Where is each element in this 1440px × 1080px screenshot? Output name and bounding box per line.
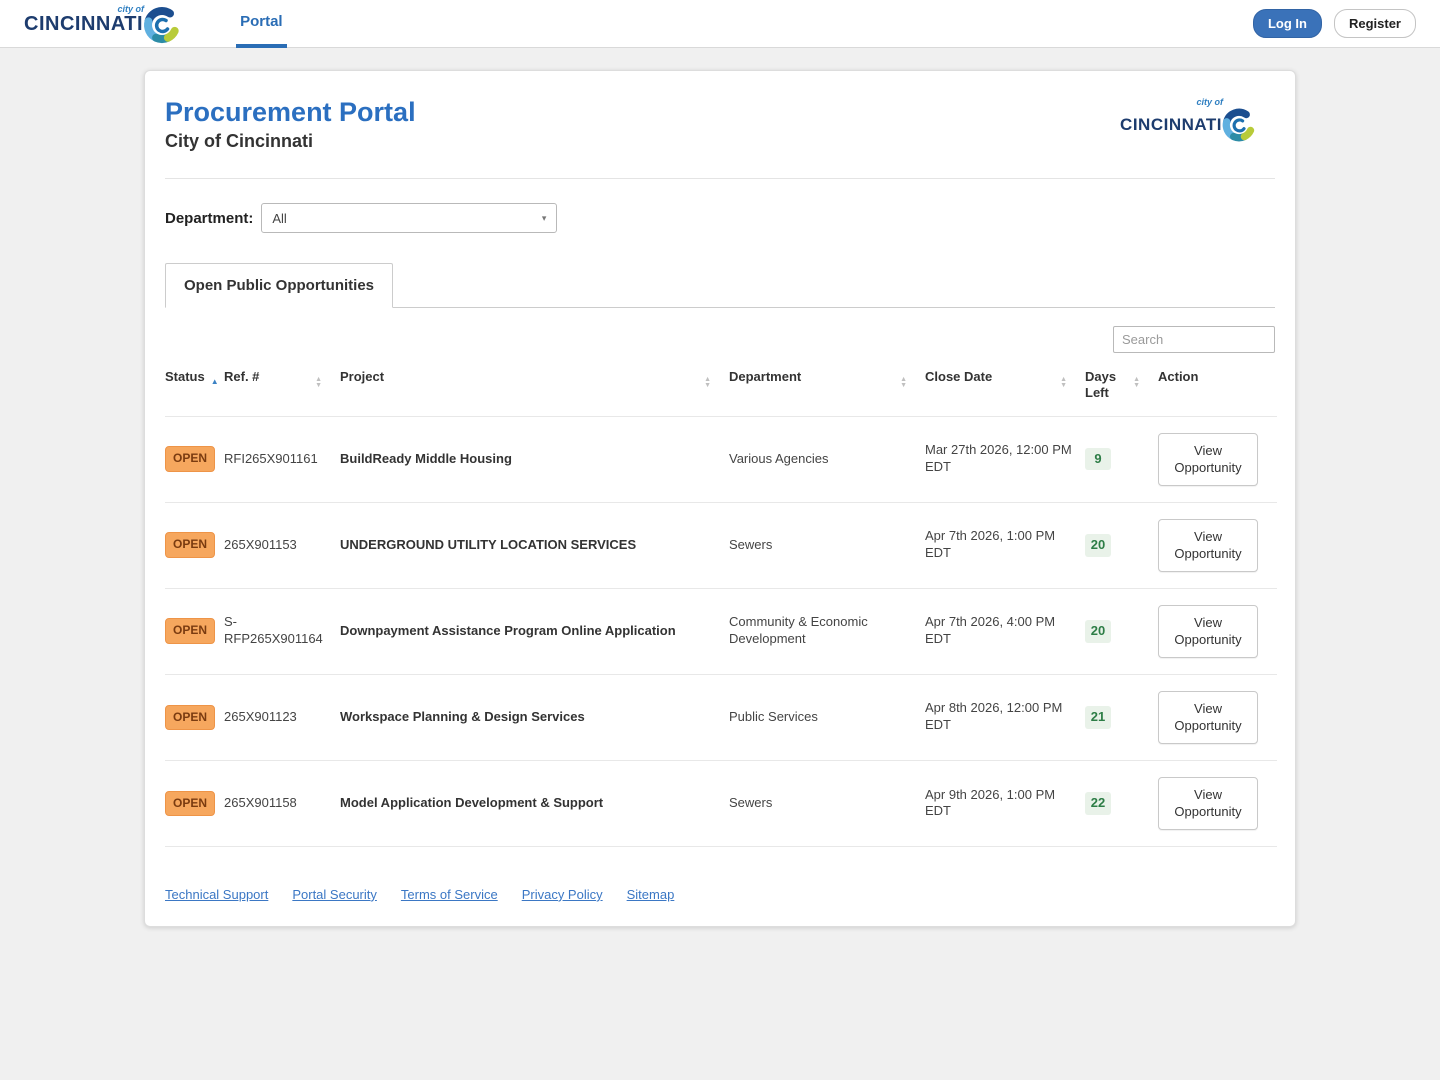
- brand-name: CINCINNATI: [1120, 116, 1222, 133]
- ref-cell: 265X901158: [224, 760, 340, 846]
- ref-cell: RFI265X901161: [224, 416, 340, 502]
- status-badge: OPEN: [165, 705, 215, 731]
- column-header-close-date[interactable]: Close Date ▲▼: [925, 359, 1085, 416]
- status-badge: OPEN: [165, 791, 215, 817]
- column-header-days-left[interactable]: Days Left ▲▼: [1085, 359, 1158, 416]
- project-cell: Model Application Development & Support: [340, 760, 729, 846]
- column-header-action: Action: [1158, 359, 1277, 416]
- project-cell: Downpayment Assistance Program Online Ap…: [340, 588, 729, 674]
- days-left-badge: 20: [1085, 620, 1111, 643]
- table-header-row: Status ▲ Ref. # ▲▼ Project ▲▼ Department…: [165, 359, 1277, 416]
- footer-link-portal-security[interactable]: Portal Security: [292, 887, 377, 902]
- cincinnati-logo-card: CINCINNATI city of: [1120, 103, 1259, 145]
- close-date-cell: Apr 7th 2026, 4:00 PM EDT: [925, 588, 1085, 674]
- sort-icon: ▲▼: [900, 377, 915, 389]
- column-header-status[interactable]: Status ▲: [165, 359, 224, 416]
- register-button[interactable]: Register: [1334, 9, 1416, 38]
- footer-links: Technical Support Portal Security Terms …: [165, 887, 1275, 902]
- department-cell: Community & Economic Development: [729, 588, 925, 674]
- login-button[interactable]: Log In: [1253, 9, 1322, 38]
- view-opportunity-button[interactable]: View Opportunity: [1158, 691, 1258, 744]
- days-left-badge: 20: [1085, 534, 1111, 557]
- days-left-badge: 21: [1085, 706, 1111, 729]
- department-label: Department:: [165, 210, 253, 227]
- department-select-value: All: [272, 211, 286, 226]
- brand-cityof: city of: [1196, 97, 1223, 107]
- project-cell: BuildReady Middle Housing: [340, 416, 729, 502]
- ref-cell: 265X901153: [224, 502, 340, 588]
- view-opportunity-button[interactable]: View Opportunity: [1158, 433, 1258, 486]
- status-badge: OPEN: [165, 618, 215, 644]
- ref-cell: 265X901123: [224, 674, 340, 760]
- status-badge: OPEN: [165, 532, 215, 558]
- nav-tab-portal[interactable]: Portal: [236, 0, 287, 48]
- search-row: [165, 326, 1275, 353]
- column-header-ref[interactable]: Ref. # ▲▼: [224, 359, 340, 416]
- days-left-badge: 22: [1085, 792, 1111, 815]
- page-subtitle: City of Cincinnati: [165, 131, 416, 152]
- footer-link-terms-of-service[interactable]: Terms of Service: [401, 887, 498, 902]
- ref-cell: S-RFP265X901164: [224, 588, 340, 674]
- search-input[interactable]: [1113, 326, 1275, 353]
- nav-actions: Log In Register: [1253, 9, 1416, 38]
- column-header-project[interactable]: Project ▲▼: [340, 359, 729, 416]
- table-body: OPEN RFI265X901161 BuildReady Middle Hou…: [165, 416, 1277, 846]
- view-opportunity-button[interactable]: View Opportunity: [1158, 519, 1258, 572]
- department-filter: Department: All ▾: [165, 203, 1275, 233]
- cincinnati-logo: CINCINNATI city of: [24, 0, 184, 47]
- chevron-down-icon: ▾: [542, 213, 547, 224]
- footer-link-technical-support[interactable]: Technical Support: [165, 887, 268, 902]
- table-row: OPEN RFI265X901161 BuildReady Middle Hou…: [165, 416, 1277, 502]
- footer-link-sitemap[interactable]: Sitemap: [627, 887, 675, 902]
- table-row: OPEN S-RFP265X901164 Downpayment Assista…: [165, 588, 1277, 674]
- sort-icon: ▲▼: [1133, 377, 1148, 402]
- header-divider: [165, 178, 1275, 179]
- department-select[interactable]: All ▾: [261, 203, 557, 233]
- column-header-department[interactable]: Department ▲▼: [729, 359, 925, 416]
- top-navbar: CINCINNATI city of Portal Log In Registe…: [0, 0, 1440, 48]
- card-header: Procurement Portal City of Cincinnati CI…: [165, 97, 1275, 152]
- department-cell: Various Agencies: [729, 416, 925, 502]
- sort-icon: ▲▼: [704, 377, 719, 389]
- view-opportunity-button[interactable]: View Opportunity: [1158, 605, 1258, 658]
- tab-bar: Open Public Opportunities: [165, 263, 1275, 308]
- brand-name: CINCINNATI: [24, 14, 143, 34]
- cincinnati-c-icon: [140, 3, 184, 47]
- table-row: OPEN 265X901153 UNDERGROUND UTILITY LOCA…: [165, 502, 1277, 588]
- sort-ascending-icon: ▲: [211, 377, 219, 386]
- procurement-portal-card: Procurement Portal City of Cincinnati CI…: [144, 70, 1296, 927]
- footer-link-privacy-policy[interactable]: Privacy Policy: [522, 887, 603, 902]
- department-cell: Public Services: [729, 674, 925, 760]
- brand-cityof: city of: [118, 4, 145, 14]
- close-date-cell: Mar 27th 2026, 12:00 PM EDT: [925, 416, 1085, 502]
- department-cell: Sewers: [729, 760, 925, 846]
- days-left-badge: 9: [1085, 448, 1111, 471]
- project-cell: Workspace Planning & Design Services: [340, 674, 729, 760]
- cincinnati-c-icon: [1219, 105, 1259, 145]
- sort-icon: ▲▼: [315, 377, 330, 389]
- project-cell: UNDERGROUND UTILITY LOCATION SERVICES: [340, 502, 729, 588]
- close-date-cell: Apr 8th 2026, 12:00 PM EDT: [925, 674, 1085, 760]
- close-date-cell: Apr 9th 2026, 1:00 PM EDT: [925, 760, 1085, 846]
- view-opportunity-button[interactable]: View Opportunity: [1158, 777, 1258, 830]
- department-cell: Sewers: [729, 502, 925, 588]
- table-row: OPEN 265X901158 Model Application Develo…: [165, 760, 1277, 846]
- status-badge: OPEN: [165, 446, 215, 472]
- tab-open-public-opportunities[interactable]: Open Public Opportunities: [165, 263, 393, 308]
- page-title: Procurement Portal: [165, 97, 416, 128]
- close-date-cell: Apr 7th 2026, 1:00 PM EDT: [925, 502, 1085, 588]
- opportunities-table: Status ▲ Ref. # ▲▼ Project ▲▼ Department…: [165, 359, 1277, 847]
- sort-icon: ▲▼: [1060, 377, 1075, 389]
- table-row: OPEN 265X901123 Workspace Planning & Des…: [165, 674, 1277, 760]
